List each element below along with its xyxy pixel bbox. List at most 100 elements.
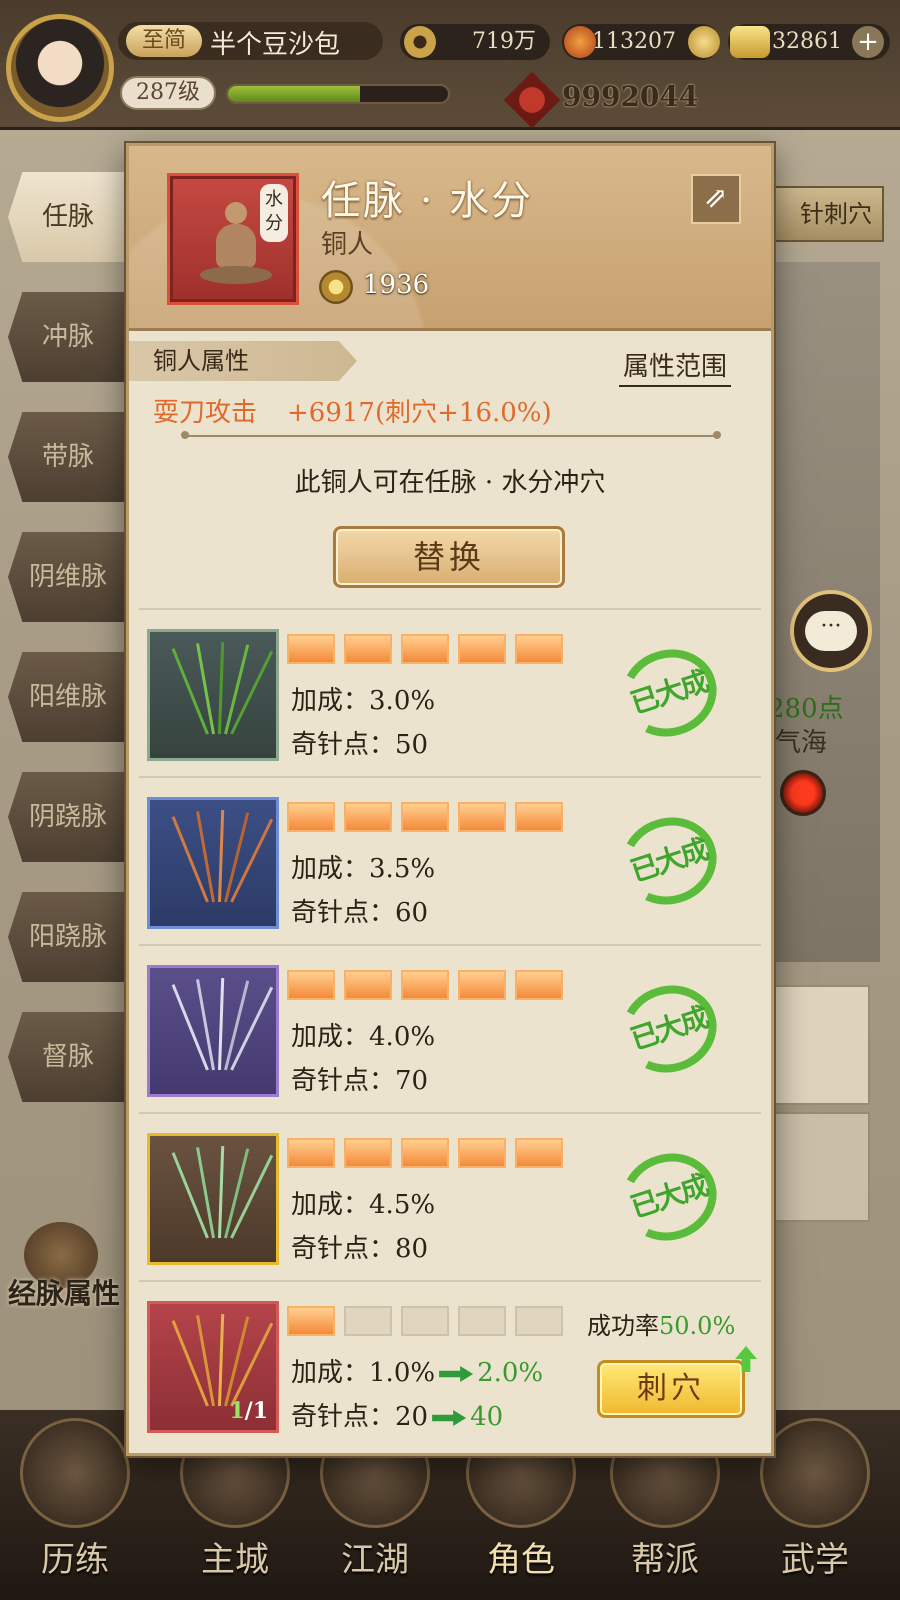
- meridian-tab-yangqiao[interactable]: 阳跷脉: [8, 892, 128, 982]
- meridian-tab-dai[interactable]: 带脉: [8, 412, 128, 502]
- needle-stick: [196, 811, 215, 903]
- needle-stick: [218, 1314, 225, 1407]
- bonus-line: 加成：4.0%: [291, 1016, 435, 1053]
- bronze-statue-icon: 水分: [167, 173, 299, 305]
- exp-fill: [228, 86, 360, 102]
- acupoint-points: 280点: [768, 694, 844, 724]
- level-segment: [458, 1306, 506, 1336]
- bonus-label: 加成：: [291, 1358, 370, 1388]
- replace-button[interactable]: 替换: [333, 526, 565, 588]
- level-segment: [401, 1138, 449, 1168]
- acupoint-node[interactable]: [780, 770, 826, 816]
- vip-badge: 至简: [126, 25, 202, 57]
- add-gold-icon[interactable]: +: [852, 26, 884, 58]
- level-segment: [344, 1306, 392, 1336]
- player-avatar[interactable]: [6, 14, 114, 122]
- level-segment: [458, 802, 506, 832]
- mastered-stamp-icon: 已大成: [610, 973, 728, 1085]
- section-title: 铜人属性: [129, 341, 357, 381]
- meridian-tab-chong[interactable]: 冲脉: [8, 292, 128, 382]
- nav-label: 帮派: [631, 1540, 699, 1580]
- modal-title: 任脉 · 水分: [321, 178, 534, 224]
- bonus-label: 加成：: [291, 854, 370, 884]
- needle-row[interactable]: 1/1 加成：1.0% 2.0% 奇针点：20 40 成功率50.0% 刺穴: [139, 1280, 761, 1448]
- needle-stick: [218, 1146, 225, 1239]
- points-line: 奇针点：60: [291, 892, 428, 929]
- needle-icon[interactable]: [147, 965, 279, 1097]
- level-segment: [287, 1306, 335, 1336]
- needle-stick: [171, 984, 209, 1071]
- meridian-tab-yangwei[interactable]: 阳维脉: [8, 652, 128, 742]
- martial-arts-icon: [760, 1418, 870, 1528]
- needle-stick: [171, 648, 209, 735]
- level-segment: [344, 802, 392, 832]
- bonus-value: 3.0%: [369, 686, 436, 716]
- meridian-tab-yinwei[interactable]: 阴维脉: [8, 532, 128, 622]
- meridian-tab-yinqiao[interactable]: 阴跷脉: [8, 772, 128, 862]
- meridian-attr-label[interactable]: 经脉属性: [8, 1272, 120, 1312]
- needle-acupoint-button[interactable]: 针刺穴: [760, 186, 884, 242]
- level-segment: [458, 970, 506, 1000]
- needle-row[interactable]: 加成：3.5% 奇针点：60 已大成: [139, 776, 761, 944]
- points-line: 奇针点：20 40: [291, 1396, 503, 1433]
- count-have: 1: [229, 1398, 245, 1424]
- needle-row[interactable]: 加成：4.0% 奇针点：70 已大成: [139, 944, 761, 1112]
- acupoint-tag: 水分: [260, 184, 288, 242]
- attr-range-link[interactable]: 属性范围: [619, 346, 732, 387]
- success-value: 50.0%: [659, 1312, 736, 1340]
- bonus-label: 加成：: [291, 1190, 370, 1220]
- points-label: 奇针点：: [291, 730, 396, 760]
- level-segment: [287, 634, 335, 664]
- points-label: 奇针点：: [291, 1066, 396, 1096]
- bonus-line: 加成：1.0% 2.0%: [291, 1352, 543, 1389]
- points-value: 60: [395, 898, 429, 928]
- gold-ingot-icon: [730, 26, 770, 58]
- level-segment: [287, 802, 335, 832]
- background-panel: [760, 985, 870, 1105]
- arrow-icon: [432, 1410, 467, 1426]
- power-icon: [319, 270, 353, 304]
- needle-stick: [218, 810, 225, 903]
- meridian-tab-du[interactable]: 督脉: [8, 1012, 128, 1102]
- divider-dot: [713, 431, 721, 439]
- needle-icon[interactable]: [147, 629, 279, 761]
- level-bar: [287, 634, 567, 664]
- level-segment: [515, 1138, 563, 1168]
- chat-icon: ···: [805, 611, 857, 651]
- points-value: 80: [395, 1234, 429, 1264]
- nav-label: 角色: [487, 1540, 555, 1580]
- top-status-bar: [0, 0, 900, 130]
- points-line: 奇针点：50: [291, 724, 428, 761]
- nav-label: 武学: [781, 1540, 849, 1580]
- points-value: 20: [395, 1402, 429, 1432]
- coin-icon: [404, 26, 436, 58]
- needle-icon[interactable]: [147, 1133, 279, 1265]
- level-segment: [344, 1138, 392, 1168]
- needle-stick: [218, 978, 225, 1071]
- chat-button[interactable]: ···: [790, 590, 872, 672]
- level-segment: [401, 802, 449, 832]
- ingot-small-icon: [688, 26, 720, 58]
- level-segment: [344, 634, 392, 664]
- bonus-value: 4.0%: [369, 1022, 436, 1052]
- needle-icon[interactable]: [147, 797, 279, 929]
- points-label: 奇针点：: [291, 1234, 396, 1264]
- level-segment: [401, 1306, 449, 1336]
- needle-row[interactable]: 加成：3.0% 奇针点：50 已大成: [139, 608, 761, 776]
- acupuncture-button[interactable]: 刺穴: [597, 1360, 745, 1418]
- level-bar: [287, 1306, 567, 1336]
- bonus-next: 2.0%: [477, 1358, 544, 1388]
- level-segment: [515, 1306, 563, 1336]
- attribute-line: 耍刀攻击 +6917(刺穴+16.0%): [153, 392, 552, 429]
- needle-stick: [196, 1147, 215, 1239]
- needle-icon[interactable]: 1/1: [147, 1301, 279, 1433]
- needle-list: 加成：3.0% 奇针点：50 已大成 加成：3.5% 奇针点：60 已大成 加成…: [139, 608, 761, 1448]
- training-icon: [20, 1418, 130, 1528]
- bonus-value: 1.0%: [369, 1358, 436, 1388]
- needle-row[interactable]: 加成：4.5% 奇针点：80 已大成: [139, 1112, 761, 1280]
- level-bar: [287, 970, 567, 1000]
- needle-stick: [171, 1320, 209, 1407]
- meridian-tab-ren[interactable]: 任脉: [8, 172, 128, 262]
- share-button[interactable]: ⇗: [691, 174, 741, 224]
- success-rate: 成功率50.0%: [587, 1306, 735, 1341]
